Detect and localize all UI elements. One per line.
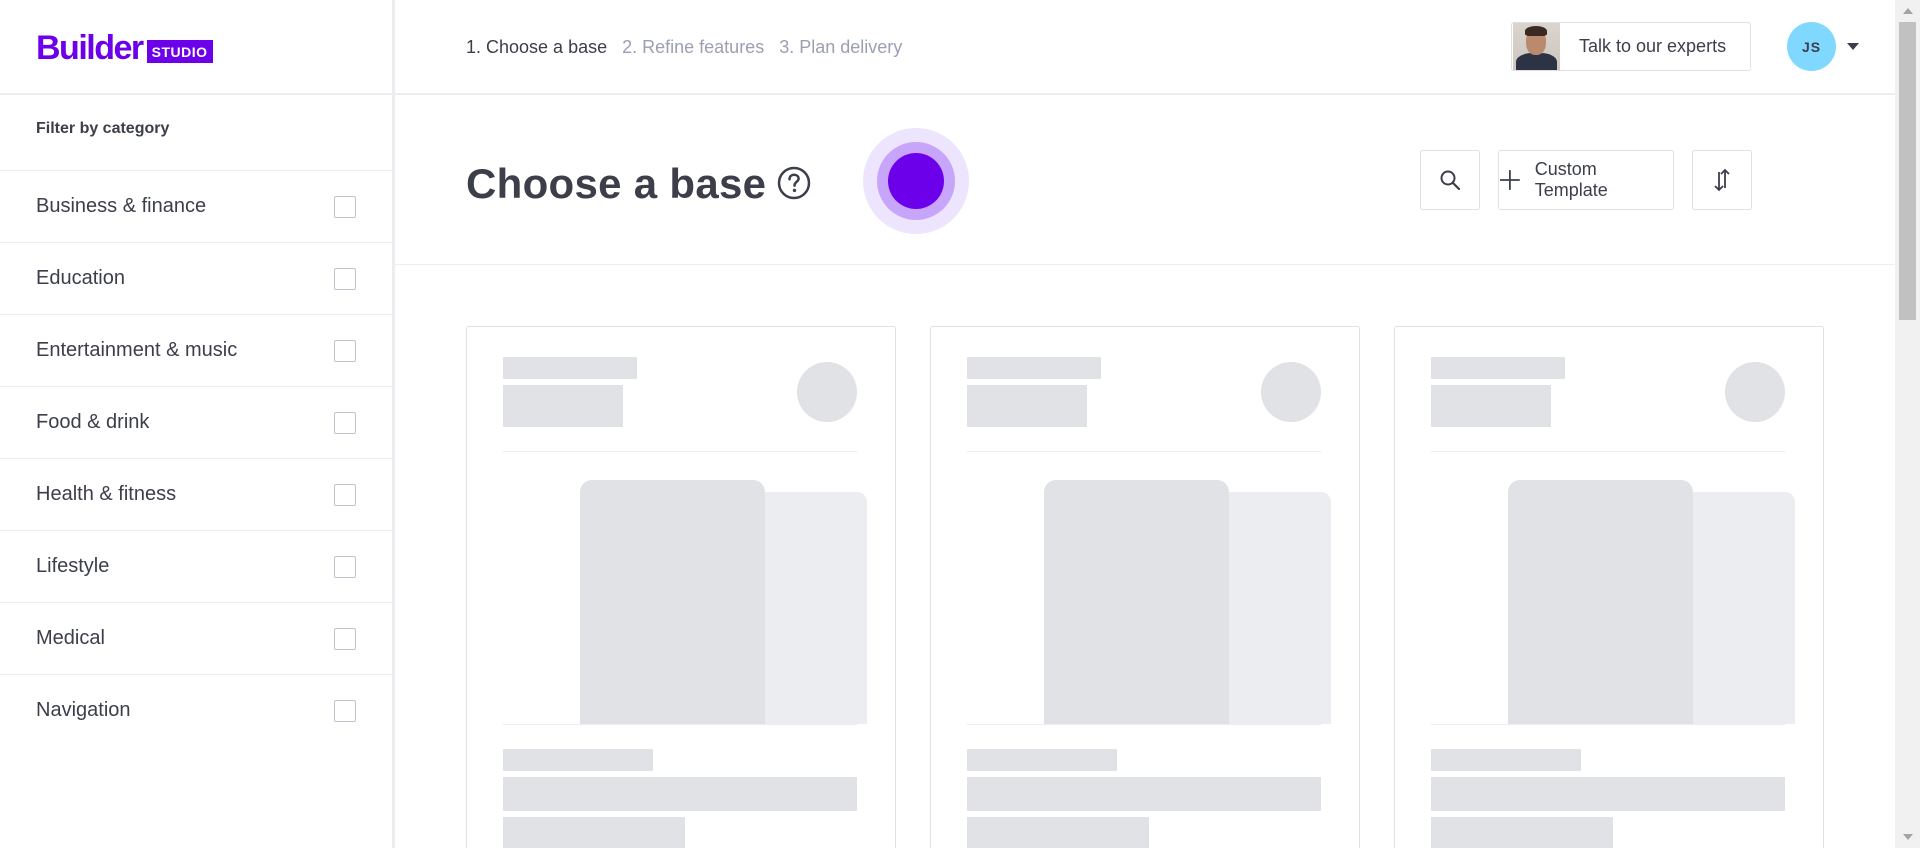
category-label: Business & finance	[36, 195, 207, 217]
user-initials: JS	[1801, 38, 1822, 55]
category-checkbox[interactable]	[334, 195, 356, 218]
template-card-skeleton	[1394, 326, 1824, 848]
step-choose-base[interactable]: 1. Choose a base	[466, 36, 607, 58]
logo-word: Builder	[36, 29, 144, 67]
category-item-navigation[interactable]: Navigation	[0, 674, 392, 746]
scroll-up-icon[interactable]	[1903, 8, 1913, 14]
category-label: Food & drink	[36, 411, 150, 433]
scroll-thumb[interactable]	[1899, 22, 1916, 320]
progress-steps: 1. Choose a base 2. Refine features 3. P…	[466, 36, 902, 58]
category-item-education[interactable]: Education	[0, 242, 392, 314]
page-scrollbar[interactable]	[1895, 0, 1920, 848]
page-title: Choose a base	[466, 160, 767, 207]
expert-avatar	[1513, 23, 1560, 70]
main-toolbar: Choose a base Custom Template	[395, 95, 1895, 265]
card-avatar-placeholder	[1261, 362, 1321, 422]
header-divider	[392, 0, 395, 95]
user-avatar[interactable]: JS	[1787, 22, 1836, 71]
card-avatar-placeholder	[797, 362, 857, 422]
custom-template-label: Custom Template	[1534, 159, 1608, 200]
template-card-skeleton	[466, 326, 896, 848]
talk-to-experts-button[interactable]: Talk to our experts	[1511, 22, 1751, 71]
custom-template-button[interactable]: Custom Template	[1498, 150, 1674, 210]
category-checkbox[interactable]	[334, 483, 356, 506]
category-label: Navigation	[36, 699, 131, 721]
category-checkbox[interactable]	[334, 267, 356, 290]
scroll-down-icon[interactable]	[1903, 834, 1913, 840]
category-label: Lifestyle	[36, 555, 110, 577]
filter-title: Filter by category	[36, 120, 170, 137]
category-item-business-finance[interactable]: Business & finance	[0, 170, 392, 242]
step-refine-features[interactable]: 2. Refine features	[622, 36, 764, 58]
help-circle-icon[interactable]	[777, 166, 811, 200]
category-list: Business & finance Education Entertainme…	[0, 170, 392, 746]
category-label: Entertainment & music	[36, 339, 238, 361]
category-label: Health & fitness	[36, 483, 177, 505]
category-checkbox[interactable]	[334, 339, 356, 362]
category-checkbox[interactable]	[334, 411, 356, 434]
sort-button[interactable]	[1692, 150, 1752, 210]
category-label: Education	[36, 267, 125, 289]
logo-badge: STUDIO	[146, 40, 213, 63]
category-checkbox[interactable]	[334, 627, 356, 650]
sort-icon	[1714, 168, 1730, 192]
plus-icon	[1499, 170, 1520, 190]
builder-studio-logo[interactable]: Builder STUDIO	[36, 29, 213, 67]
category-label: Medical	[36, 627, 105, 649]
step-plan-delivery[interactable]: 3. Plan delivery	[779, 36, 902, 58]
template-card-skeleton	[930, 326, 1360, 848]
chevron-down-icon[interactable]	[1847, 43, 1859, 50]
search-icon	[1440, 170, 1461, 191]
talk-to-experts-label: Talk to our experts	[1579, 36, 1727, 56]
top-header: Builder STUDIO 1. Choose a base 2. Refin…	[0, 0, 1895, 95]
category-item-medical[interactable]: Medical	[0, 602, 392, 674]
card-avatar-placeholder	[1725, 362, 1785, 422]
category-item-entertainment-music[interactable]: Entertainment & music	[0, 314, 392, 386]
category-item-food-drink[interactable]: Food & drink	[0, 386, 392, 458]
category-checkbox[interactable]	[334, 699, 356, 722]
onboarding-hotspot[interactable]	[863, 128, 969, 234]
category-item-lifestyle[interactable]: Lifestyle	[0, 530, 392, 602]
category-item-health-fitness[interactable]: Health & fitness	[0, 458, 392, 530]
category-checkbox[interactable]	[334, 555, 356, 578]
search-button[interactable]	[1420, 150, 1480, 210]
